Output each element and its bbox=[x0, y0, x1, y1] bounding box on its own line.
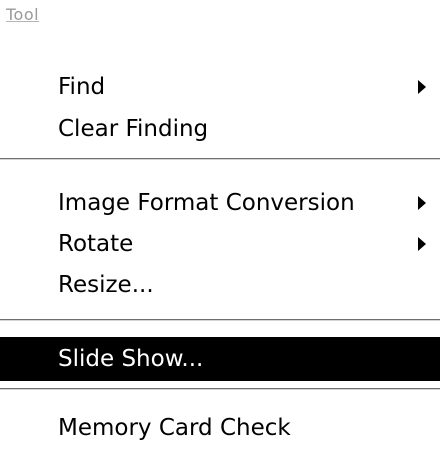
menu-separator bbox=[0, 388, 440, 390]
menu-item-label: Find bbox=[58, 74, 106, 100]
menu-item-label: Memory Card Check bbox=[58, 415, 291, 441]
menu-title: Tool bbox=[6, 5, 40, 24]
tool-menu: Tool Find Clear Finding Image Format Con… bbox=[0, 0, 440, 449]
menu-item-find[interactable]: Find bbox=[0, 65, 440, 109]
menu-separator bbox=[0, 319, 440, 321]
menu-item-label: Slide Show... bbox=[58, 346, 204, 372]
menu-item-rotate[interactable]: Rotate bbox=[0, 222, 440, 266]
menu-item-slide-show[interactable]: Slide Show... bbox=[0, 337, 440, 381]
menu-item-resize[interactable]: Resize... bbox=[0, 263, 440, 307]
menu-item-memory-card-check[interactable]: Memory Card Check bbox=[0, 406, 440, 450]
menu-item-label: Resize... bbox=[58, 272, 154, 298]
menu-item-label: Image Format Conversion bbox=[58, 190, 355, 216]
menu-item-label: Rotate bbox=[58, 231, 134, 257]
submenu-arrow-icon bbox=[418, 196, 426, 210]
submenu-arrow-icon bbox=[418, 237, 426, 251]
menu-separator bbox=[0, 158, 440, 160]
menu-item-clear-finding[interactable]: Clear Finding bbox=[0, 107, 440, 151]
menu-item-image-format-conversion[interactable]: Image Format Conversion bbox=[0, 181, 440, 225]
menu-item-label: Clear Finding bbox=[58, 116, 209, 142]
submenu-arrow-icon bbox=[418, 80, 426, 94]
